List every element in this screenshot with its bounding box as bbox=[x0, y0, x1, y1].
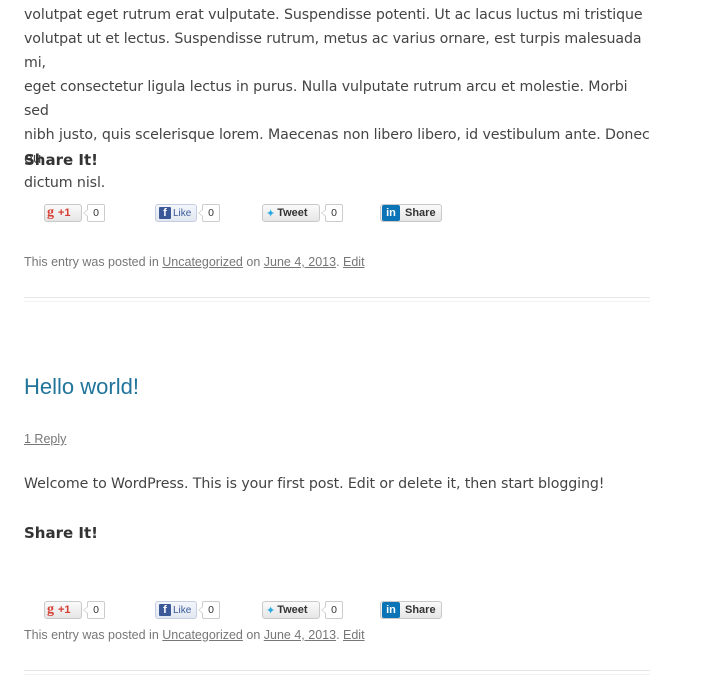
tweet-count: 0 bbox=[321, 601, 343, 619]
share-title: Share It! bbox=[24, 524, 98, 542]
tweet-widget: ✦ Tweet 0 bbox=[262, 600, 343, 620]
post-body: Welcome to WordPress. This is your first… bbox=[24, 476, 605, 492]
linkedin-widget: in Share bbox=[380, 203, 442, 223]
edit-link[interactable]: Edit bbox=[343, 628, 365, 642]
google-plus-count: 0 bbox=[83, 204, 105, 222]
date-link[interactable]: June 4, 2013 bbox=[264, 255, 336, 269]
facebook-like-count: 0 bbox=[198, 601, 220, 619]
facebook-icon: f bbox=[159, 604, 171, 616]
share-buttons: g +1 0 f Like 0 ✦ Tweet 0 in Share bbox=[24, 600, 650, 624]
linkedin-share-button[interactable]: in Share bbox=[380, 601, 442, 619]
entry-meta: This entry was posted in Uncategorized o… bbox=[24, 628, 365, 642]
facebook-like-button[interactable]: f Like bbox=[155, 204, 197, 222]
reply-link[interactable]: 1 Reply bbox=[24, 432, 66, 446]
edit-link[interactable]: Edit bbox=[343, 255, 365, 269]
google-plus-button[interactable]: g +1 bbox=[44, 204, 82, 222]
tweet-widget: ✦ Tweet 0 bbox=[262, 203, 343, 223]
tweet-button[interactable]: ✦ Tweet bbox=[262, 601, 320, 619]
facebook-like-count: 0 bbox=[198, 204, 220, 222]
facebook-like-button[interactable]: f Like bbox=[155, 601, 197, 619]
linkedin-icon: in bbox=[382, 602, 400, 618]
category-link[interactable]: Uncategorized bbox=[162, 628, 243, 642]
post-body-line: volutpat ut et lectus. Suspendisse rutru… bbox=[24, 31, 642, 71]
google-plus-icon: g bbox=[47, 602, 54, 617]
share-buttons: g +1 0 f Like 0 ✦ Tweet 0 in Share bbox=[24, 203, 650, 227]
post-separator bbox=[24, 297, 650, 302]
tweet-count: 0 bbox=[321, 204, 343, 222]
facebook-like-widget: f Like 0 bbox=[155, 600, 220, 620]
post-separator bbox=[24, 670, 650, 675]
linkedin-widget: in Share bbox=[380, 600, 442, 620]
entry-meta: This entry was posted in Uncategorized o… bbox=[24, 255, 365, 269]
twitter-bird-icon: ✦ bbox=[266, 604, 276, 617]
google-plus-widget: g +1 0 bbox=[44, 600, 105, 620]
post-body-line: dictum nisl. bbox=[24, 175, 106, 191]
date-link[interactable]: June 4, 2013 bbox=[264, 628, 336, 642]
facebook-icon: f bbox=[159, 207, 171, 219]
google-plus-widget: g +1 0 bbox=[44, 203, 105, 223]
category-link[interactable]: Uncategorized bbox=[162, 255, 243, 269]
linkedin-icon: in bbox=[382, 205, 400, 221]
tweet-button[interactable]: ✦ Tweet bbox=[262, 204, 320, 222]
google-plus-count: 0 bbox=[83, 601, 105, 619]
share-title: Share It! bbox=[24, 151, 98, 169]
google-plus-icon: g bbox=[47, 205, 54, 220]
twitter-bird-icon: ✦ bbox=[266, 207, 276, 220]
google-plus-button[interactable]: g +1 bbox=[44, 601, 82, 619]
post-body-line: volutpat eget rutrum erat vulputate. Sus… bbox=[24, 7, 643, 23]
post-title-link[interactable]: Hello world! bbox=[24, 374, 650, 400]
facebook-like-widget: f Like 0 bbox=[155, 203, 220, 223]
linkedin-share-button[interactable]: in Share bbox=[380, 204, 442, 222]
post-body-line: eget consectetur ligula lectus in purus.… bbox=[24, 79, 628, 119]
